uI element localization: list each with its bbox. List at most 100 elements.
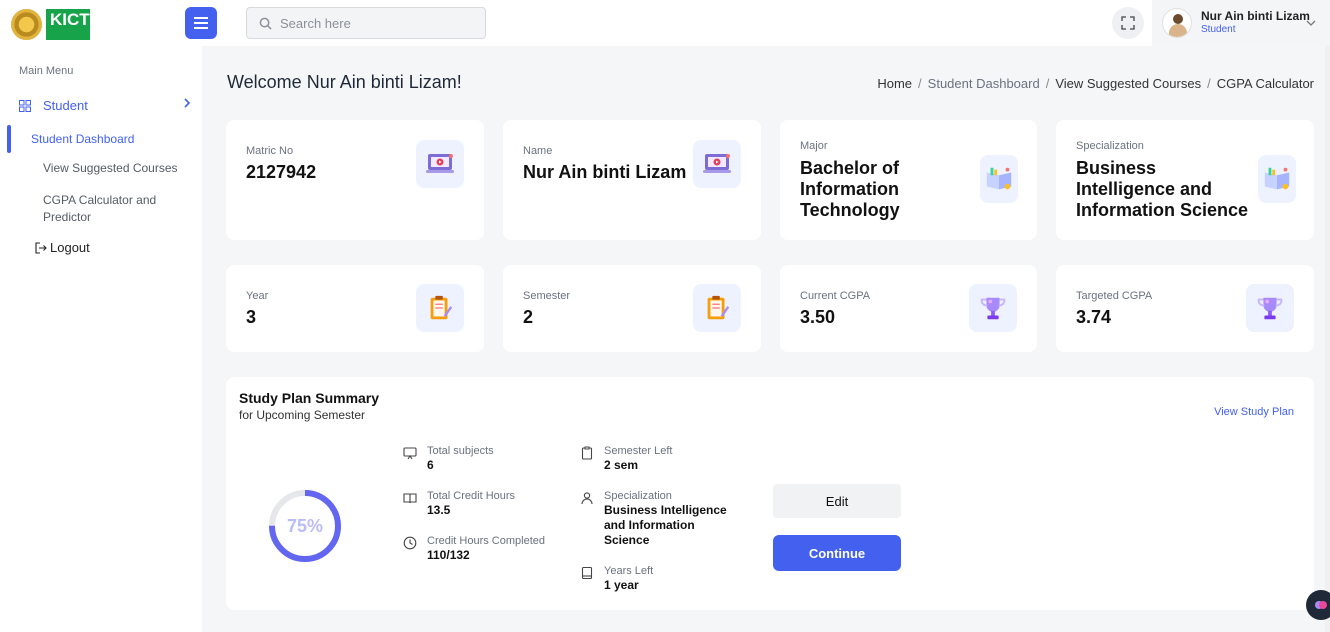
stat-value: 110/132 (427, 548, 470, 562)
search-icon (259, 17, 272, 30)
card-label: Major (800, 140, 828, 152)
card-label: Specialization (1076, 140, 1144, 152)
semester-left-stat: Semester Left 2 sem (580, 444, 672, 473)
card-value: Business Intelligence and Information Sc… (1076, 158, 1249, 220)
card-label: Targeted CGPA (1076, 290, 1153, 302)
specialization-stat: Specialization Business Intelligence and … (580, 489, 740, 548)
sidebar-item-view-suggested-courses[interactable]: View Suggested Courses (43, 161, 178, 175)
years-left-stat: Years Left 1 year (580, 564, 653, 593)
sidebar-item-cgpa-calculator[interactable]: CGPA Calculator and Predictor (43, 192, 193, 226)
matric-card: Matric No 2127942 (226, 120, 484, 240)
breadcrumb-student-dashboard[interactable]: Student Dashboard (928, 76, 1040, 91)
card-label: Current CGPA (800, 290, 871, 302)
study-plan-summary-card: Study Plan Summary for Upcoming Semester… (226, 377, 1314, 610)
active-indicator (7, 125, 11, 153)
logout-icon (35, 241, 47, 254)
stat-value: 1 year (604, 578, 639, 592)
stat-label: Specialization (604, 490, 672, 502)
stat-label: Total subjects (427, 445, 494, 457)
continue-button[interactable]: Continue (773, 535, 901, 571)
trophy-icon (969, 284, 1017, 332)
stat-value: 13.5 (427, 503, 451, 517)
stat-value: 6 (427, 458, 434, 472)
monitor-icon (403, 447, 417, 460)
grid-icon (19, 99, 31, 112)
card-value: 2127942 (246, 162, 317, 182)
chevron-right-icon (184, 98, 191, 108)
clipboard-pencil-icon (416, 284, 464, 332)
card-value: 2 (523, 307, 534, 327)
sidebar-item-student[interactable]: Student (19, 98, 194, 113)
view-study-plan-link[interactable]: View Study Plan (1214, 406, 1294, 418)
sidebar-section-title: Main Menu (19, 65, 74, 77)
semester-card: Semester 2 (503, 265, 761, 352)
total-credit-hours-stat: Total Credit Hours 13.5 (403, 489, 515, 518)
total-subjects-stat: Total subjects 6 (403, 444, 494, 473)
floating-assistant-button[interactable] (1306, 590, 1330, 620)
university-seal-icon (11, 9, 42, 40)
breadcrumb-cgpa-calculator[interactable]: CGPA Calculator (1217, 76, 1314, 91)
breadcrumb-home[interactable]: Home (877, 76, 912, 91)
stat-label: Semester Left (604, 445, 673, 457)
book-icon (403, 493, 417, 504)
user-icon (581, 492, 593, 505)
progress-percent: 75% (286, 515, 324, 536)
stat-value: 2 sem (604, 458, 639, 472)
card-label: Name (523, 145, 553, 157)
clipboard-pencil-icon (693, 284, 741, 332)
sidebar-item-label: Student (43, 98, 88, 113)
credit-hours-completed-stat: Credit Hours Completed 110/132 (403, 534, 545, 563)
card-label: Matric No (246, 145, 294, 157)
breadcrumb: Home / Student Dashboard / View Suggeste… (877, 76, 1314, 91)
stat-value: Business Intelligence and Information Sc… (604, 503, 727, 547)
book-closed-icon (581, 566, 593, 580)
logo-text: KICT (50, 10, 90, 29)
trophy-icon (1246, 284, 1294, 332)
card-label: Year (246, 290, 269, 302)
card-value: 3 (246, 307, 257, 327)
logout-link[interactable]: Logout (35, 240, 90, 255)
stat-label: Credit Hours Completed (427, 535, 545, 547)
user-profile-menu[interactable]: Nur Ain binti Lizam Student (1152, 0, 1330, 46)
card-value: Nur Ain binti Lizam (523, 162, 687, 182)
specialization-card: Specialization Business Intelligence and… (1056, 120, 1314, 240)
top-bar: KICT Nur Ain binti Lizam Student (0, 0, 1330, 46)
kict-logo-badge: KICT (46, 9, 90, 40)
sidebar-item-student-dashboard[interactable]: Student Dashboard (31, 132, 134, 146)
search-bar[interactable] (246, 7, 486, 39)
targeted-cgpa-card: Targeted CGPA 3.74 (1056, 265, 1314, 352)
kict-logo[interactable]: KICT (11, 9, 90, 40)
study-plan-subtitle: for Upcoming Semester (239, 408, 366, 422)
scrollbar[interactable] (1325, 46, 1330, 632)
study-plan-title: Study Plan Summary (239, 390, 380, 406)
name-card: Name Nur Ain binti Lizam (503, 120, 761, 240)
card-value: 3.50 (800, 307, 836, 327)
profile-name: Nur Ain binti Lizam (1201, 9, 1310, 23)
profile-role: Student (1201, 24, 1236, 35)
clipboard-icon (581, 446, 593, 460)
year-card: Year 3 (226, 265, 484, 352)
major-card: Major Bachelor of Information Technology (780, 120, 1037, 240)
search-input[interactable] (280, 15, 470, 31)
stat-label: Total Credit Hours (427, 490, 516, 502)
card-label: Semester (523, 290, 571, 302)
brain-icon (1315, 601, 1327, 609)
card-value: 3.74 (1076, 307, 1112, 327)
logout-label: Logout (50, 240, 90, 255)
page-title: Welcome Nur Ain binti Lizam! (227, 72, 462, 92)
avatar (1162, 8, 1192, 38)
open-book-icon (980, 155, 1018, 203)
sidebar: Main Menu Student Student Dashboard View… (0, 46, 202, 632)
open-book-icon (1258, 155, 1296, 203)
menu-toggle-button[interactable] (185, 7, 217, 39)
fullscreen-button[interactable] (1112, 7, 1144, 39)
chevron-down-icon (1306, 20, 1316, 26)
fullscreen-icon (1121, 16, 1135, 30)
laptop-video-icon (693, 140, 741, 188)
hamburger-icon (194, 17, 208, 29)
edit-button[interactable]: Edit (773, 484, 901, 518)
clock-icon (403, 536, 417, 550)
laptop-video-icon (416, 140, 464, 188)
breadcrumb-view-suggested-courses[interactable]: View Suggested Courses (1055, 76, 1201, 91)
card-value: Bachelor of Information Technology (800, 158, 900, 220)
